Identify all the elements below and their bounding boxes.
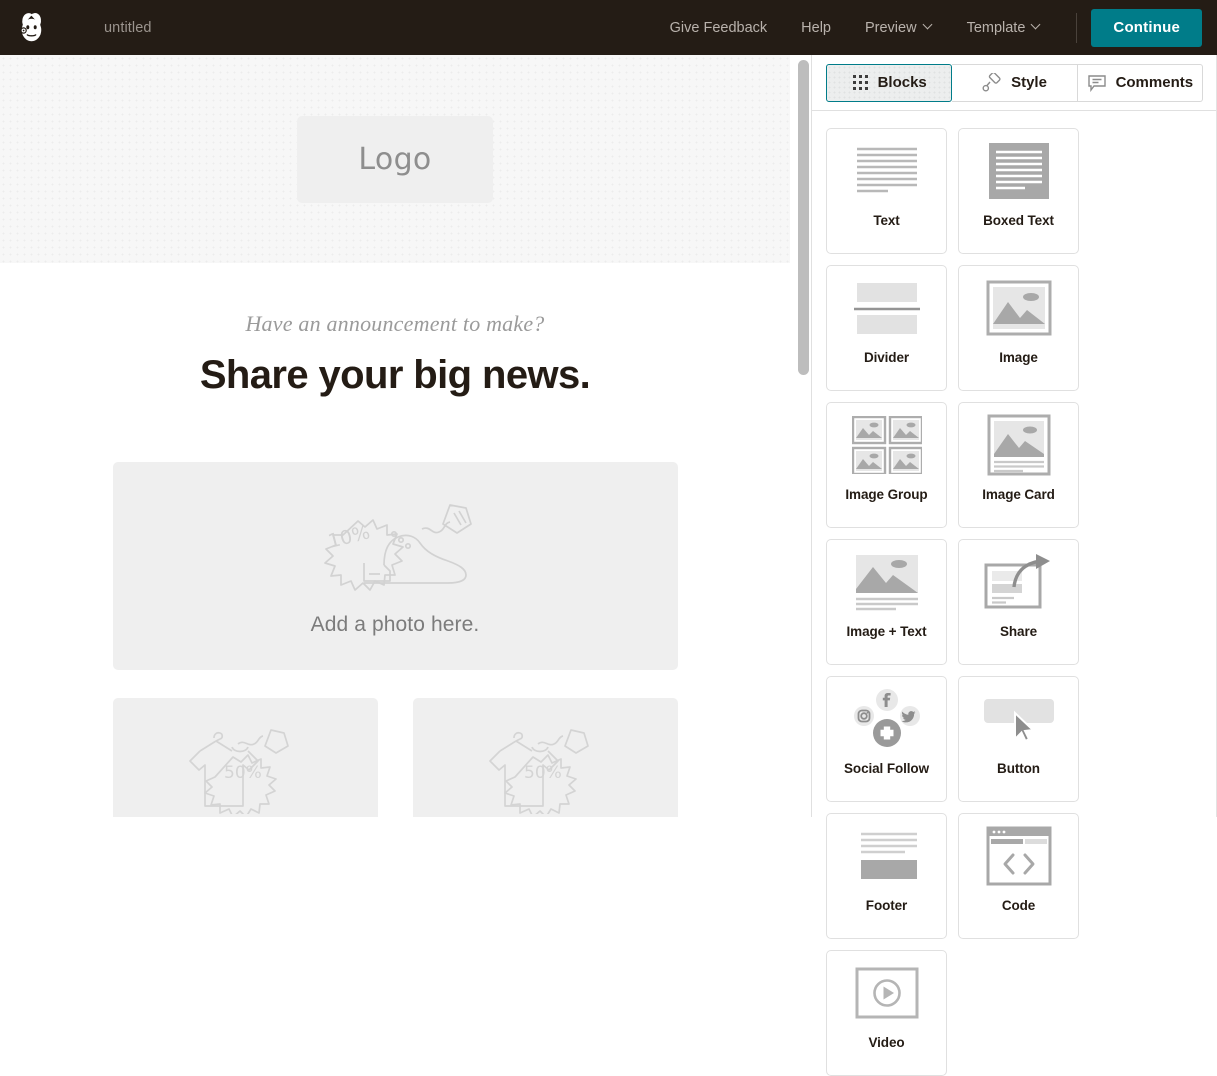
logo-placeholder-label: Logo xyxy=(358,141,432,177)
tab-blocks-label: Blocks xyxy=(877,74,927,91)
block-label-footer: Footer xyxy=(865,898,908,913)
block-label-image-text: Image + Text xyxy=(846,624,927,639)
block-card-code[interactable]: Code xyxy=(958,813,1079,939)
comment-bubble-icon xyxy=(1087,74,1106,92)
nav-help-label: Help xyxy=(801,19,831,36)
block-card-video[interactable]: Video xyxy=(826,950,947,1076)
panel-tabs: Blocks Style Comments xyxy=(812,55,1217,111)
block-card-social-follow[interactable]: Social Follow xyxy=(826,676,947,802)
headline-text[interactable]: Share your big news. xyxy=(0,353,790,398)
email-header-block[interactable]: Logo xyxy=(0,55,790,263)
nav-give-feedback[interactable]: Give Feedback xyxy=(653,0,785,55)
image-card-icon xyxy=(987,403,1051,487)
top-bar: untitled Give Feedback Help Preview Temp… xyxy=(0,0,1217,55)
nav-give-feedback-label: Give Feedback xyxy=(669,19,768,36)
eyebrow-text[interactable]: Have an announcement to make? xyxy=(0,311,790,337)
nav-template-label: Template xyxy=(966,19,1026,36)
code-brackets-icon xyxy=(986,814,1052,898)
photo-placeholder-left[interactable]: 50% Add a photo here. xyxy=(112,698,378,817)
image-group-icon xyxy=(851,403,922,487)
email-canvas[interactable]: Logo Have an announcement to make? Share… xyxy=(0,55,790,817)
block-label-divider: Divider xyxy=(863,350,910,365)
block-card-button[interactable]: Button xyxy=(958,676,1079,802)
shoe-discount-illustration: 10% xyxy=(323,504,472,591)
logo-placeholder-block[interactable]: Logo xyxy=(297,115,493,203)
document-title[interactable]: untitled xyxy=(104,20,152,36)
hero-photo-caption: Add a photo here. xyxy=(310,613,480,636)
blocks-grid: Text Boxed Text Divider Image Image Grou… xyxy=(812,111,1217,1076)
continue-button[interactable]: Continue xyxy=(1091,8,1202,47)
mailchimp-freddie-logo xyxy=(20,12,42,41)
photo-row: 50% Add a photo here. 50% xyxy=(112,698,678,817)
block-card-image[interactable]: Image xyxy=(958,265,1079,391)
block-label-share: Share xyxy=(999,624,1038,639)
paint-roller-icon xyxy=(982,72,1001,92)
block-card-image-card[interactable]: Image Card xyxy=(958,402,1079,528)
nav-divider xyxy=(1076,12,1078,43)
svg-text:50%: 50% xyxy=(224,763,262,783)
chevron-down-icon xyxy=(924,21,933,30)
block-card-image-text[interactable]: Image + Text xyxy=(826,539,947,665)
block-label-button: Button xyxy=(997,761,1040,776)
block-label-code: Code xyxy=(1001,898,1036,913)
instagram-icon xyxy=(853,706,874,726)
image-text-icon xyxy=(854,540,920,624)
share-arrow-icon xyxy=(984,540,1054,624)
boxed-text-icon xyxy=(987,129,1051,213)
tab-comments[interactable]: Comments xyxy=(1077,63,1203,102)
tab-comments-label: Comments xyxy=(1115,74,1194,91)
social-follow-icon xyxy=(852,677,922,761)
block-label-text: Text xyxy=(873,213,900,228)
block-label-image-group: Image Group xyxy=(845,487,928,502)
block-card-text[interactable]: Text xyxy=(826,128,947,254)
block-label-boxed-text: Boxed Text xyxy=(983,213,1054,228)
block-label-image: Image xyxy=(999,350,1038,365)
block-card-divider[interactable]: Divider xyxy=(826,265,947,391)
top-nav: Give Feedback Help Preview Template Cont… xyxy=(653,0,1217,55)
grid-dots-icon xyxy=(852,75,868,90)
nav-preview-label: Preview xyxy=(864,19,917,36)
tab-style[interactable]: Style xyxy=(952,63,1078,102)
mailchimp-logo[interactable] xyxy=(0,11,64,45)
svg-text:10%: 10% xyxy=(325,521,371,553)
button-cursor-icon xyxy=(982,677,1056,761)
hero-photo-placeholder[interactable]: 10% Add a photo here. xyxy=(112,462,678,670)
block-card-image-group[interactable]: Image Group xyxy=(826,402,947,528)
block-card-share[interactable]: Share xyxy=(958,539,1079,665)
block-label-image-card: Image Card xyxy=(982,487,1055,502)
tshirt-discount-illustration: 50% xyxy=(489,728,589,814)
block-card-footer[interactable]: Footer xyxy=(826,813,947,939)
tab-style-label: Style xyxy=(1011,74,1047,91)
divider-icon xyxy=(853,266,921,350)
block-label-video: Video xyxy=(868,1035,905,1050)
tab-blocks[interactable]: Blocks xyxy=(826,63,953,102)
svg-text:50%: 50% xyxy=(524,763,562,783)
tshirt-discount-illustration: 50% xyxy=(189,728,289,814)
video-play-icon xyxy=(855,951,919,1035)
block-card-boxed-text[interactable]: Boxed Text xyxy=(958,128,1079,254)
canvas-scrollbar-thumb[interactable] xyxy=(798,60,809,375)
email-body: Have an announcement to make? Share your… xyxy=(0,263,790,817)
photo-placeholder-right[interactable]: 50% Add a photo here. xyxy=(412,698,678,817)
text-lines-icon xyxy=(854,129,920,213)
block-label-social-follow: Social Follow xyxy=(844,761,929,776)
chevron-down-icon xyxy=(1032,21,1041,30)
footer-icon xyxy=(853,814,921,898)
nav-preview[interactable]: Preview xyxy=(848,0,950,55)
image-icon xyxy=(986,266,1052,350)
right-panel: Blocks Style Comments Text Boxed Text Di… xyxy=(812,55,1217,1076)
nav-help[interactable]: Help xyxy=(784,0,848,55)
nav-template[interactable]: Template xyxy=(950,0,1059,55)
